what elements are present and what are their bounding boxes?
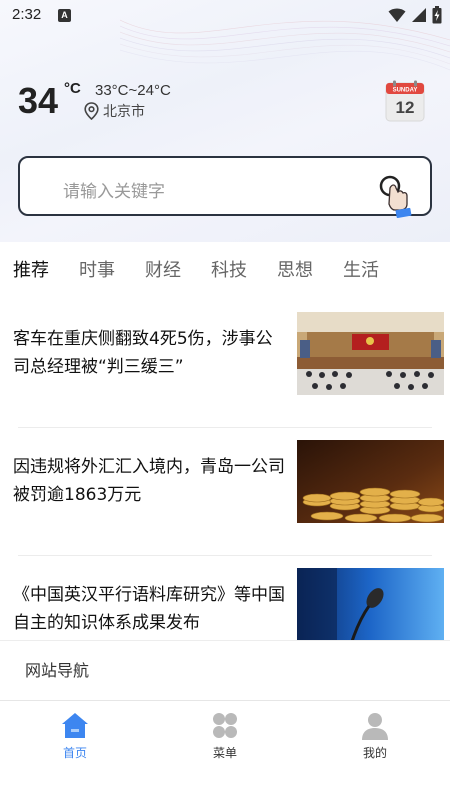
tab-technology[interactable]: 科技: [211, 256, 247, 282]
user-icon: [362, 713, 388, 740]
calendar-day: 12: [396, 98, 415, 117]
calendar-weekday: SUNDAY: [393, 88, 418, 94]
status-bar: 2:32 A: [0, 0, 450, 32]
nav-menu[interactable]: 菜单: [185, 711, 265, 771]
location-pin-icon: [84, 102, 99, 120]
app-screen: 2:32 A 34 °C 33°C~24°C 北京市 SUNDAY 12 请输入…: [0, 0, 450, 800]
temperature-value: 34: [18, 80, 59, 121]
nav-profile[interactable]: 我的: [335, 711, 415, 771]
site-navigation[interactable]: 网站导航: [0, 640, 450, 700]
signal-icon: [412, 8, 426, 22]
news-thumbnail-microphone: [297, 568, 444, 651]
calendar-icon[interactable]: SUNDAY 12: [385, 80, 425, 122]
temperature-range: 33°C~24°C: [95, 82, 171, 99]
tab-current-affairs[interactable]: 时事: [79, 256, 115, 282]
news-thumbnail-courtroom: [297, 312, 444, 395]
tab-life[interactable]: 生活: [343, 256, 379, 282]
location[interactable]: 北京市: [84, 101, 145, 121]
tab-thought[interactable]: 思想: [277, 256, 313, 282]
menu-grid-icon: [213, 713, 237, 738]
location-label: 北京市: [103, 104, 145, 120]
news-title: 客车在重庆侧翻致4死5伤，涉事公司总经理被“判三缓三”: [13, 329, 273, 377]
wifi-icon: [388, 8, 406, 22]
search-tap-icon[interactable]: [376, 170, 416, 218]
nav-profile-label: 我的: [362, 746, 387, 760]
battery-icon: [432, 6, 442, 24]
temperature-unit: °C: [64, 80, 81, 97]
search-input[interactable]: 请输入关键字: [18, 156, 432, 218]
search-placeholder: 请输入关键字: [63, 182, 165, 202]
category-tabs: 推荐 时事 财经 科技 思想 生活: [0, 256, 450, 288]
bottom-navigation: 首页 菜单 我的: [0, 700, 450, 800]
news-item[interactable]: 因违规将外汇汇入境内，青岛一公司被罚逾1863万元: [0, 428, 450, 556]
home-icon: [62, 713, 88, 738]
tab-finance[interactable]: 财经: [145, 256, 181, 282]
tab-recommend[interactable]: 推荐: [13, 256, 49, 282]
nav-home[interactable]: 首页: [35, 711, 115, 771]
site-navigation-label: 网站导航: [25, 661, 90, 680]
status-time: 2:32: [12, 6, 42, 23]
nav-menu-label: 菜单: [212, 746, 237, 760]
nav-home-label: 首页: [62, 746, 87, 760]
notification-icon: A: [58, 9, 71, 22]
news-title: 因违规将外汇汇入境内，青岛一公司被罚逾1863万元: [13, 457, 285, 505]
news-thumbnail-gold-coins: [297, 440, 444, 523]
news-item[interactable]: 客车在重庆侧翻致4死5伤，涉事公司总经理被“判三缓三”: [0, 300, 450, 428]
news-title: 《中国英汉平行语料库研究》等中国自主的知识体系成果发布: [13, 585, 285, 633]
